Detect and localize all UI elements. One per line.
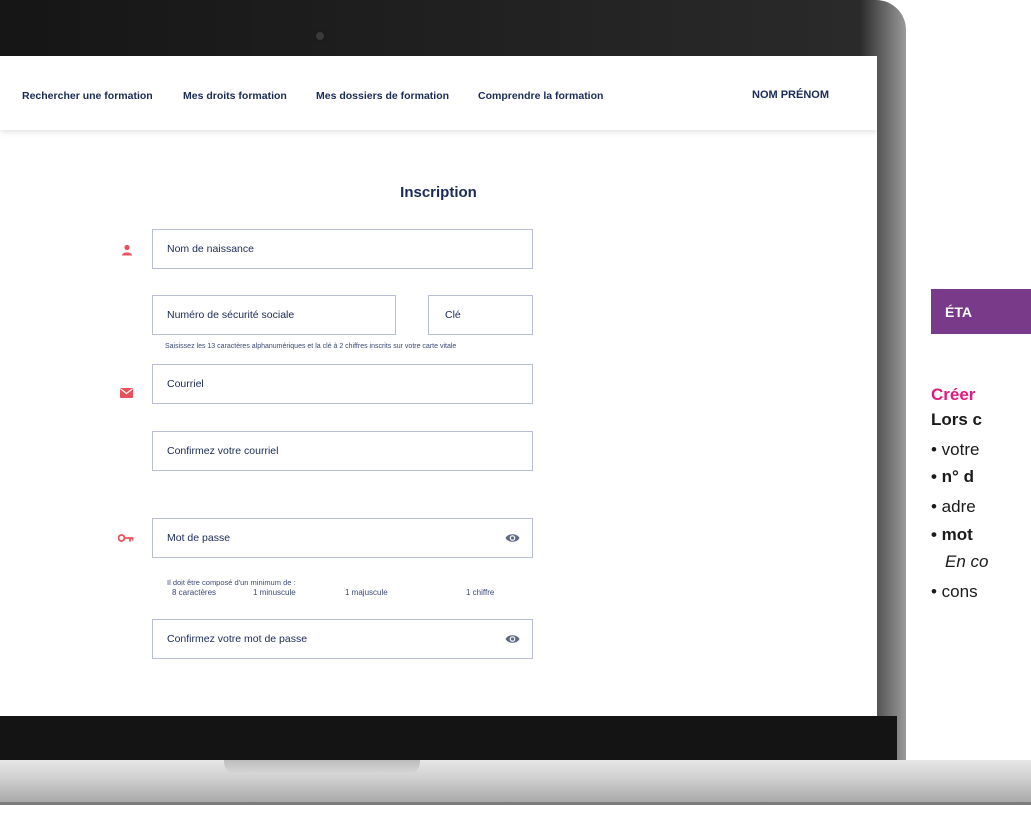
nav-item-understand-training[interactable]: Comprendre la formation: [478, 90, 603, 102]
password-input[interactable]: [165, 531, 532, 545]
webcam: [316, 32, 324, 40]
side-bullet-1: • votre: [931, 440, 980, 459]
ssn-field[interactable]: [152, 295, 396, 335]
screen-bezel: [0, 716, 897, 760]
birth-name-field[interactable]: [152, 229, 533, 269]
side-bullet-2: • n° d: [931, 467, 974, 486]
email-input[interactable]: [165, 377, 532, 391]
envelope-icon: [120, 388, 133, 398]
nav-item-training-files[interactable]: Mes dossiers de formation: [316, 90, 449, 102]
side-bullet-5: • cons: [931, 582, 978, 601]
password-rule-length: 8 caractères: [172, 588, 217, 597]
password-rule-lowercase: 1 minuscule: [253, 588, 296, 597]
step-banner: ÉTA: [931, 289, 1031, 334]
person-icon: [122, 244, 132, 256]
laptop-notch: [224, 760, 420, 774]
side-bullet-3: • adre: [931, 497, 976, 516]
password-rule-digit: 1 chiffre: [466, 588, 495, 597]
user-name-menu[interactable]: NOM PRÉNOM: [752, 89, 829, 101]
password-confirm-field[interactable]: [152, 619, 533, 659]
birth-name-input[interactable]: [165, 242, 532, 256]
email-field[interactable]: [152, 364, 533, 404]
password-rule-uppercase: 1 majuscule: [345, 588, 388, 597]
password-field[interactable]: [152, 518, 533, 558]
side-heading: Créer: [931, 385, 976, 404]
ssn-hint: Saisissez les 13 caractères alphanumériq…: [165, 343, 457, 350]
laptop-base: [0, 760, 1031, 805]
password-rules-intro: Il doit être composé d'un minimum de :: [167, 578, 296, 587]
key-icon: [118, 534, 134, 542]
top-nav: Rechercher une formation Mes droits form…: [0, 56, 877, 130]
password-confirm-input[interactable]: [165, 632, 532, 646]
email-confirm-field[interactable]: [152, 431, 533, 471]
side-note: En co: [945, 552, 989, 571]
email-confirm-input[interactable]: [165, 444, 532, 458]
eye-icon[interactable]: [505, 633, 520, 645]
nav-item-training-rights[interactable]: Mes droits formation: [183, 90, 287, 102]
ssn-key-input[interactable]: [443, 308, 532, 322]
page-title: Inscription: [400, 184, 477, 201]
ssn-key-field[interactable]: [428, 295, 533, 335]
side-subheading: Lors c: [931, 410, 983, 429]
side-bullet-4: • mot: [931, 525, 973, 544]
screen: Rechercher une formation Mes droits form…: [0, 56, 877, 716]
eye-icon[interactable]: [505, 532, 520, 544]
ssn-input[interactable]: [165, 308, 395, 322]
nav-item-search-training[interactable]: Rechercher une formation: [22, 90, 153, 102]
